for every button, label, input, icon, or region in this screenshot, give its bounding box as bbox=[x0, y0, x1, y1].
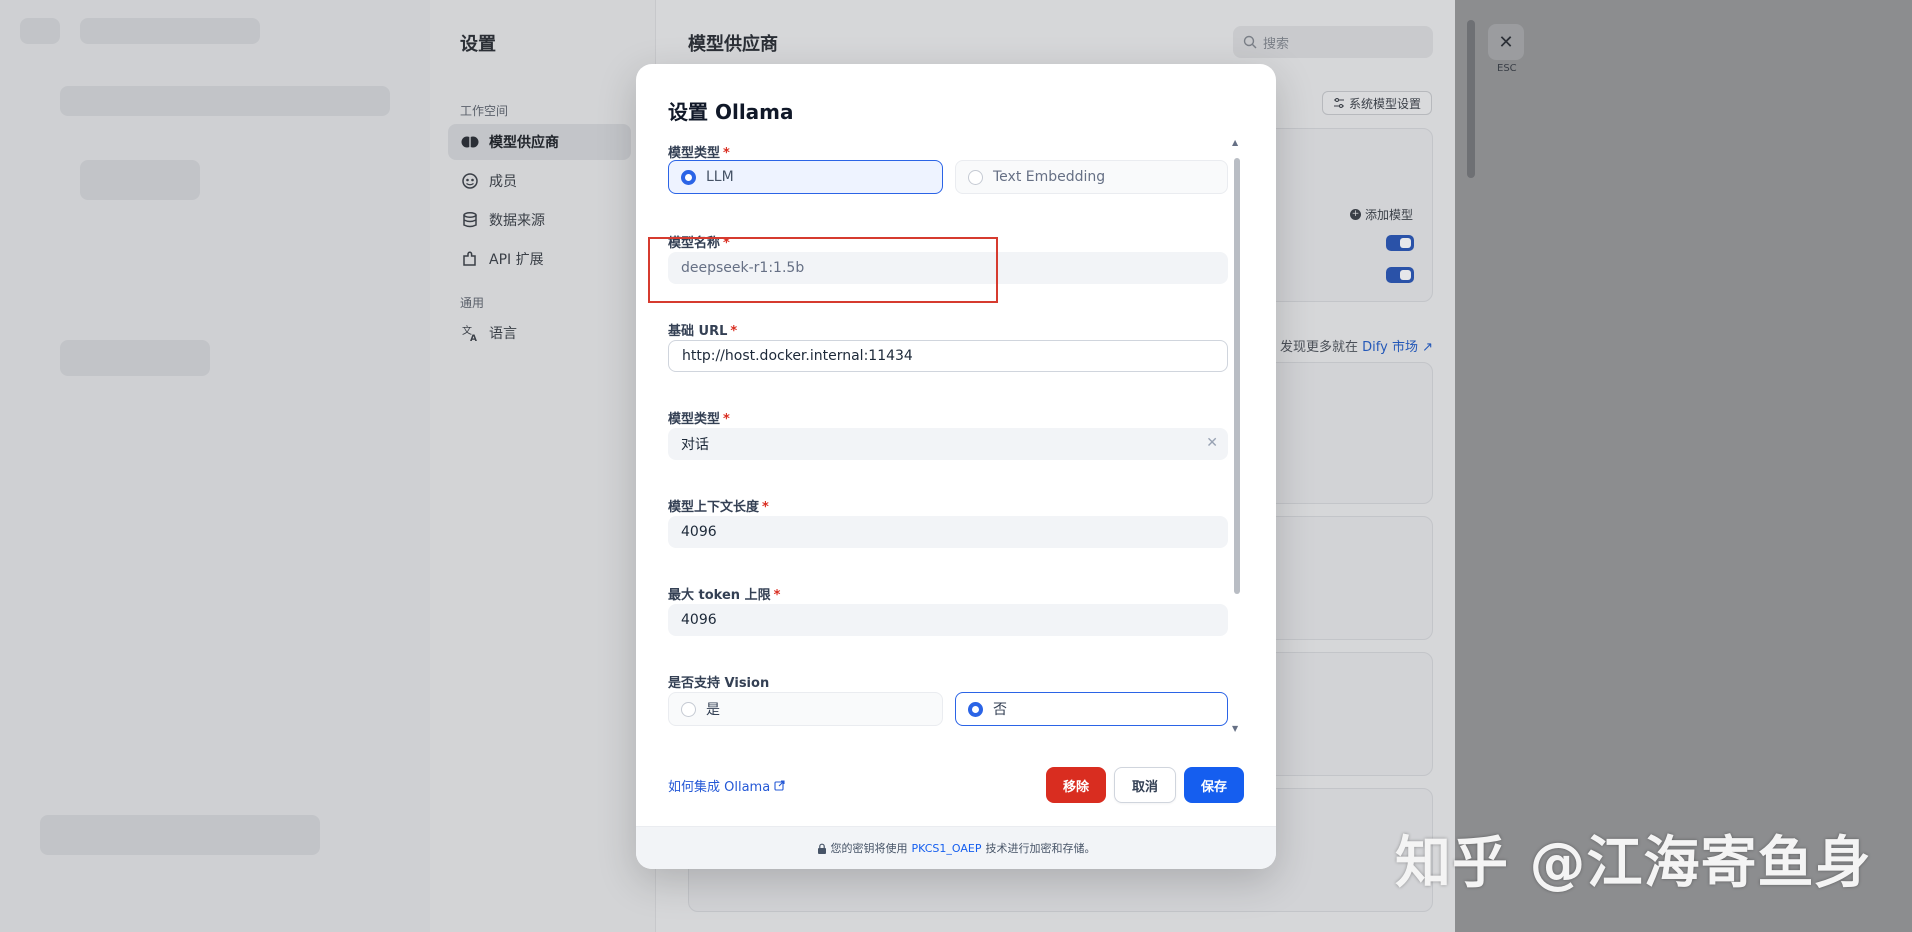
max-tokens-label-text: 最大 token 上限 bbox=[668, 588, 771, 603]
members-icon bbox=[462, 173, 478, 189]
required-marker: * bbox=[723, 412, 730, 427]
model-type-llm-option[interactable]: LLM bbox=[668, 160, 943, 194]
scroll-down-icon[interactable]: ▼ bbox=[1232, 724, 1238, 733]
nav-item-data-source[interactable]: 数据来源 bbox=[448, 202, 631, 238]
completion-type-select[interactable]: 对话 ✕ bbox=[668, 428, 1228, 460]
modal-form: 模型类型 * LLM Text Embedding 模型名称 * deepseek-… bbox=[668, 142, 1228, 742]
encryption-notice: 您的密钥将使用 PKCS1_OAEP 技术进行加密和存储。 bbox=[636, 826, 1276, 869]
max-tokens-input[interactable]: 4096 bbox=[668, 604, 1228, 636]
close-icon: ✕ bbox=[1498, 31, 1514, 53]
esc-label: ESC bbox=[1497, 63, 1517, 74]
save-button[interactable]: 保存 bbox=[1184, 767, 1244, 803]
modal-scrollbar[interactable] bbox=[1234, 158, 1240, 594]
app-sidebar-dimmed bbox=[0, 0, 430, 932]
search-input[interactable]: 搜索 bbox=[1233, 26, 1433, 58]
workspace-group-label: 工作空间 bbox=[460, 104, 509, 118]
scroll-up-icon[interactable]: ▲ bbox=[1232, 138, 1238, 147]
annotation-highlight-box bbox=[648, 237, 998, 303]
overlay-strip bbox=[1455, 0, 1912, 932]
notice-suffix: 技术进行加密和存储。 bbox=[985, 842, 1096, 855]
remove-button[interactable]: 移除 bbox=[1046, 767, 1106, 803]
translate-icon: 文A bbox=[462, 324, 477, 342]
plus-circle-icon: + bbox=[1350, 209, 1361, 220]
completion-type-value: 对话 bbox=[681, 437, 709, 453]
max-tokens-label: 最大 token 上限 * bbox=[668, 584, 780, 603]
completion-type-label: 模型类型 * bbox=[668, 408, 730, 427]
model-type-text-embedding-option[interactable]: Text Embedding bbox=[955, 160, 1228, 194]
watermark: 知乎 @江海寄鱼身 bbox=[1395, 831, 1872, 896]
page-scrollbar[interactable] bbox=[1467, 20, 1475, 178]
nav-item-language[interactable]: 文A 语言 bbox=[448, 315, 631, 351]
market-hint: 发现更多就在 Dify 市场 ↗ bbox=[1280, 336, 1433, 355]
database-icon bbox=[463, 212, 477, 228]
radio-unchecked-icon bbox=[681, 701, 696, 717]
external-link-icon bbox=[774, 780, 785, 791]
base-url-input[interactable]: http://host.docker.internal:11434 bbox=[668, 340, 1228, 372]
required-marker: * bbox=[773, 588, 781, 603]
close-button[interactable]: ✕ bbox=[1488, 24, 1524, 60]
settings-title: 设置 bbox=[460, 34, 496, 55]
market-prefix: 发现更多就在 bbox=[1280, 340, 1359, 355]
cancel-button[interactable]: 取消 bbox=[1114, 767, 1176, 803]
toolbar-placeholder bbox=[60, 86, 390, 116]
model-toggle[interactable] bbox=[1386, 267, 1414, 283]
svg-text:A: A bbox=[470, 334, 477, 342]
radio-unchecked-icon bbox=[968, 169, 983, 185]
nav-item-model-provider[interactable]: 模型供应商 bbox=[448, 124, 631, 160]
sliders-icon bbox=[1333, 98, 1344, 108]
context-length-label: 模型上下文长度 * bbox=[668, 496, 769, 515]
general-group-label: 通用 bbox=[460, 296, 485, 310]
required-marker: * bbox=[723, 146, 730, 161]
modal-title: 设置 Ollama bbox=[668, 100, 794, 124]
puzzle-icon bbox=[463, 251, 476, 266]
logo-placeholder bbox=[20, 18, 60, 44]
nav-item-members[interactable]: 成员 bbox=[448, 163, 631, 199]
help-link-label: 如何集成 Ollama bbox=[668, 780, 771, 795]
option-label: Text Embedding bbox=[993, 169, 1106, 185]
add-model-label: 添加模型 bbox=[1365, 208, 1414, 222]
nav-item-label: 数据来源 bbox=[489, 213, 545, 229]
brain-icon bbox=[461, 136, 479, 148]
nav-item-label: API 扩展 bbox=[489, 252, 544, 268]
ollama-settings-modal: 设置 Ollama 模型类型 * LLM Text Embedding 模型名称 *… bbox=[636, 64, 1276, 869]
base-url-label-text: 基础 URL bbox=[668, 324, 728, 339]
content-title: 模型供应商 bbox=[688, 34, 778, 55]
vision-support-label: 是否支持 Vision bbox=[668, 676, 770, 691]
radio-checked-icon bbox=[681, 169, 696, 185]
context-length-label-text: 模型上下文长度 bbox=[668, 500, 760, 515]
add-model-button[interactable]: + 添加模型 bbox=[1350, 206, 1413, 223]
radio-checked-icon bbox=[968, 701, 983, 717]
model-type-label: 模型类型 * bbox=[668, 142, 730, 161]
clear-icon[interactable]: ✕ bbox=[1206, 435, 1218, 451]
pkcs-link[interactable]: PKCS1_OAEP bbox=[912, 842, 982, 855]
context-length-input[interactable]: 4096 bbox=[668, 516, 1228, 548]
item-placeholder bbox=[60, 340, 210, 376]
model-type-label-text: 模型类型 bbox=[668, 146, 721, 161]
model-toggle[interactable] bbox=[1386, 235, 1414, 251]
option-label: LLM bbox=[706, 169, 734, 185]
search-icon bbox=[1243, 35, 1257, 49]
system-model-settings-button[interactable]: 系统模型设置 bbox=[1322, 91, 1432, 115]
required-marker: * bbox=[762, 500, 769, 515]
lock-icon bbox=[817, 843, 826, 854]
header-placeholder bbox=[80, 18, 260, 44]
nav-item-api-extension[interactable]: API 扩展 bbox=[448, 241, 631, 277]
required-marker: * bbox=[730, 324, 738, 339]
option-label: 是 bbox=[706, 702, 720, 718]
item-placeholder bbox=[80, 160, 200, 200]
system-model-settings-label: 系统模型设置 bbox=[1348, 96, 1421, 111]
market-link[interactable]: Dify 市场 ↗ bbox=[1362, 340, 1433, 355]
notice-prefix: 您的密钥将使用 bbox=[830, 842, 908, 855]
nav-item-label: 成员 bbox=[489, 174, 517, 190]
help-link[interactable]: 如何集成 Ollama bbox=[668, 776, 785, 795]
base-url-label: 基础 URL * bbox=[668, 320, 737, 339]
vision-no-option[interactable]: 否 bbox=[955, 692, 1228, 726]
completion-type-label-text: 模型类型 bbox=[668, 412, 721, 427]
nav-item-label: 模型供应商 bbox=[489, 135, 559, 151]
option-label: 否 bbox=[993, 702, 1007, 718]
vision-yes-option[interactable]: 是 bbox=[668, 692, 943, 726]
nav-item-label: 语言 bbox=[489, 326, 517, 342]
search-placeholder: 搜索 bbox=[1263, 36, 1290, 52]
item-placeholder bbox=[40, 815, 320, 855]
